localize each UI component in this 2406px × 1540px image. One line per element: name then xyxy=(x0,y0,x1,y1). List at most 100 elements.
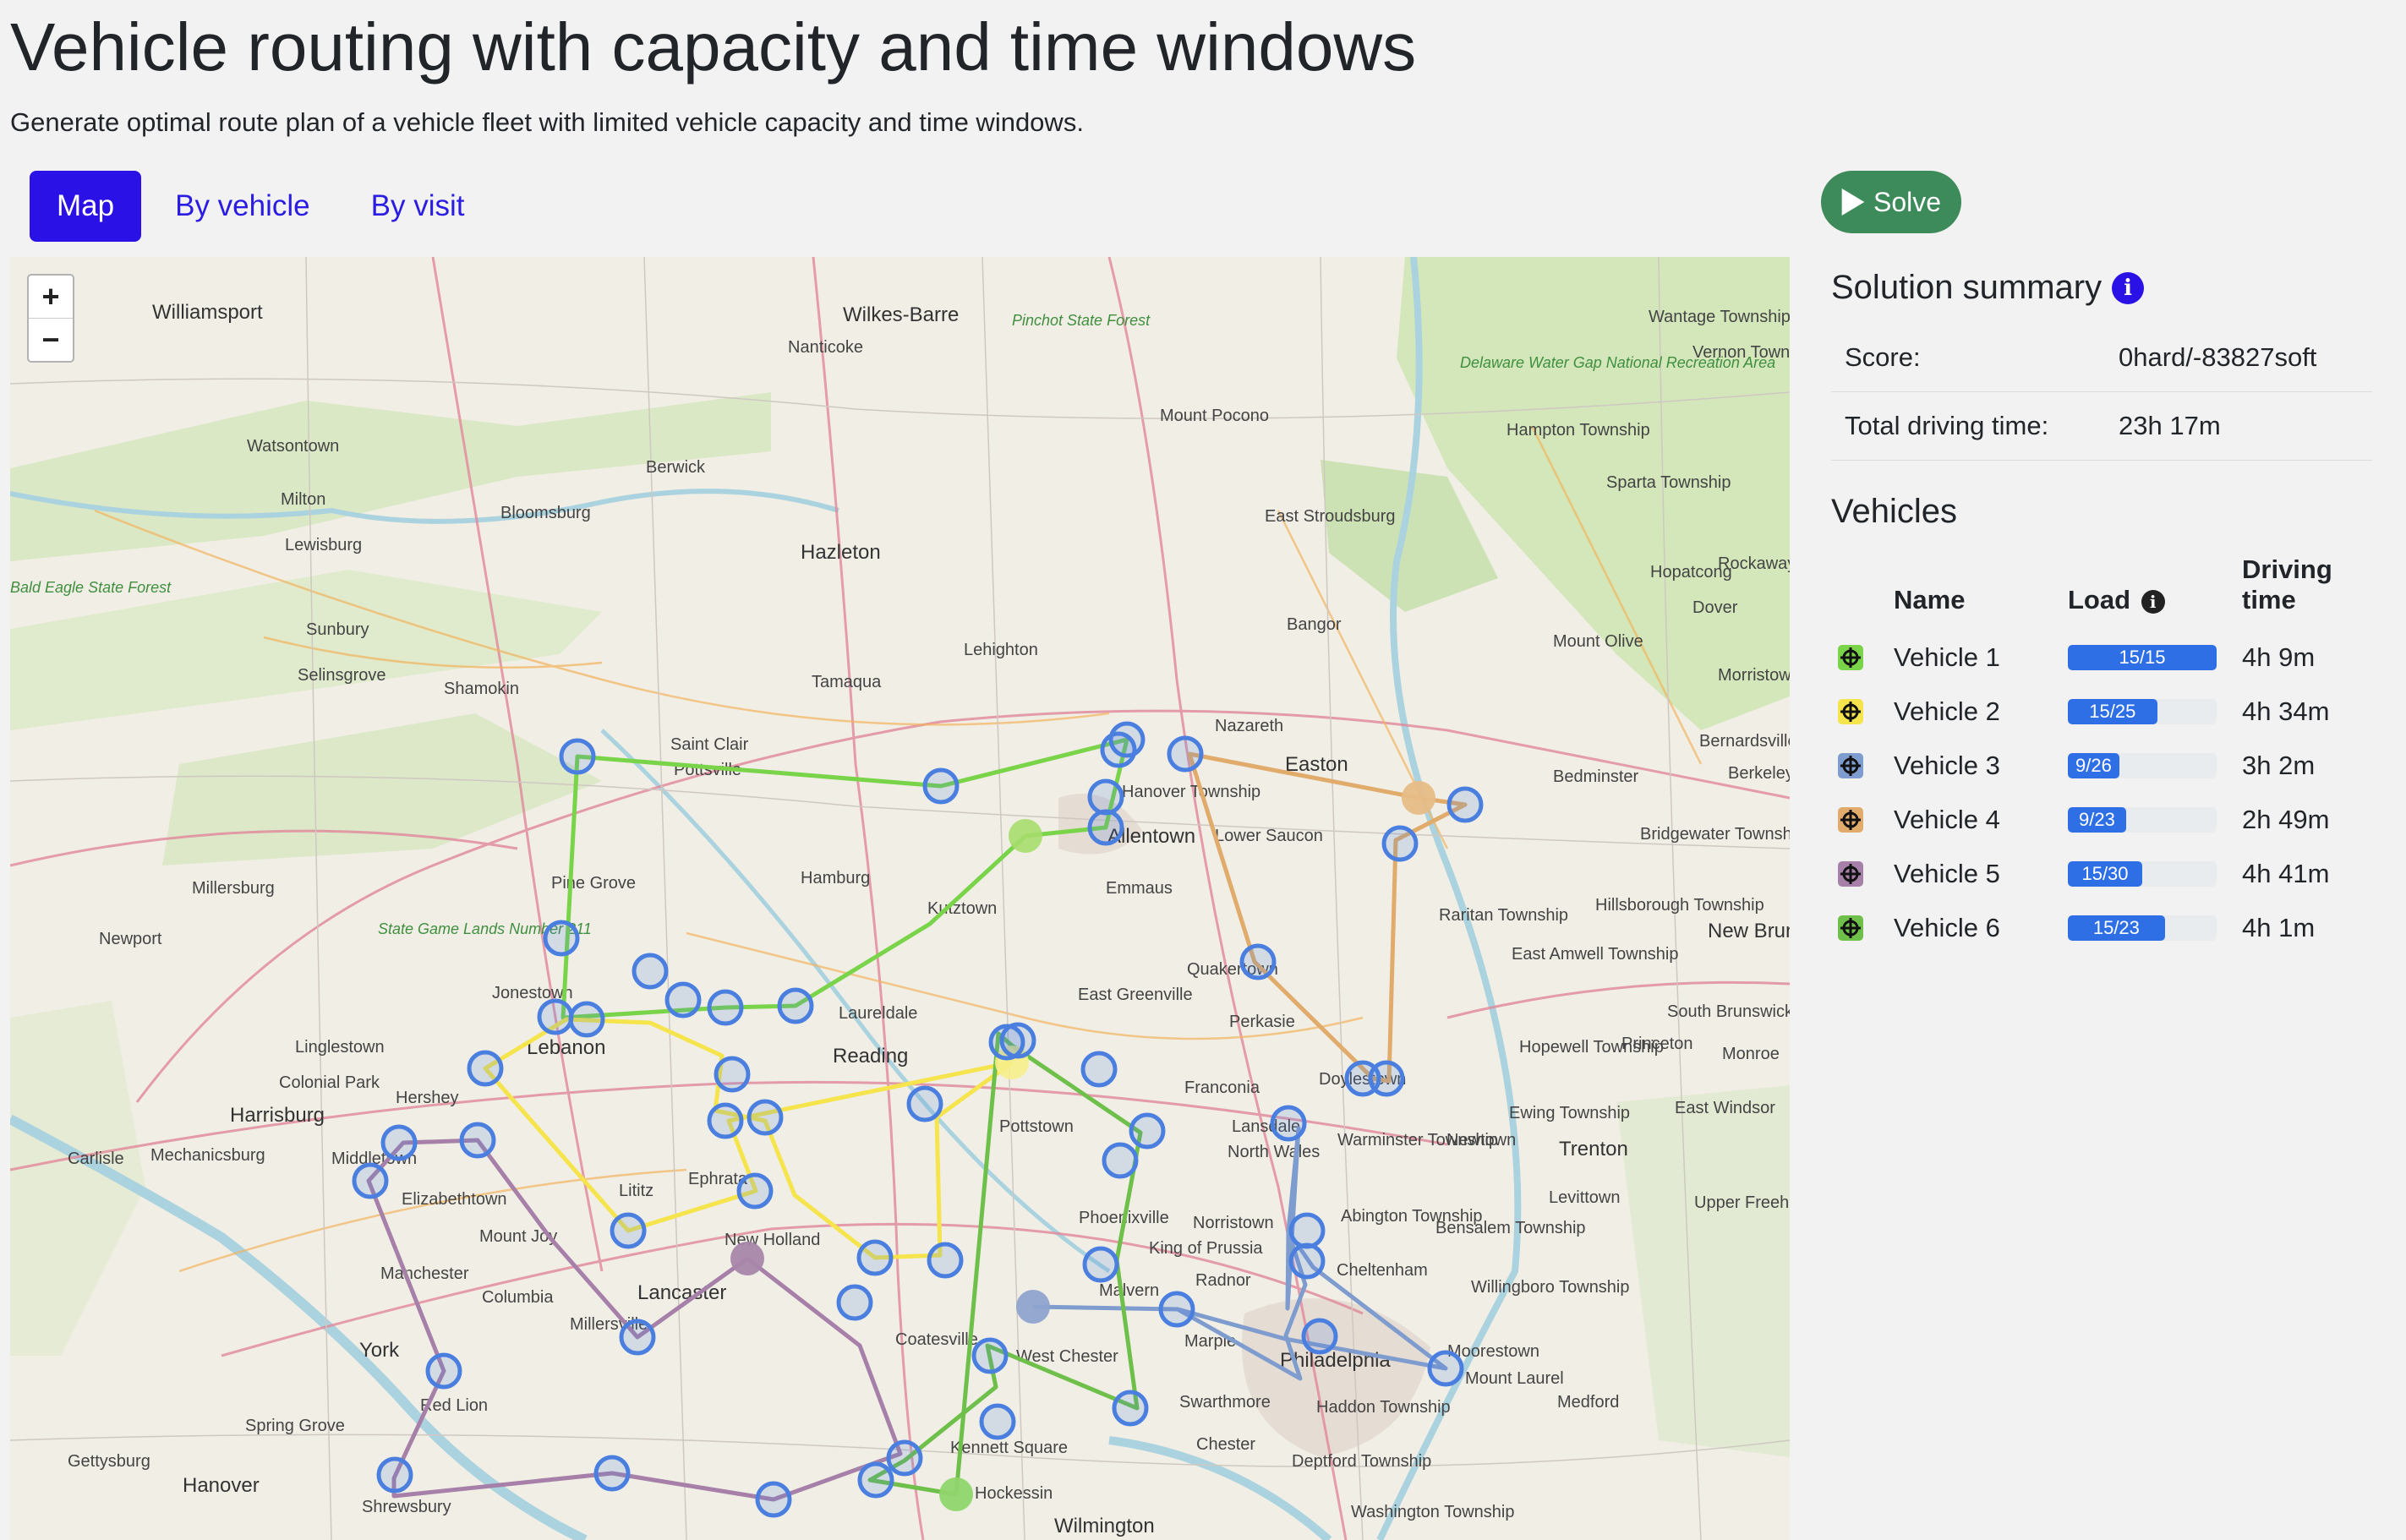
tab-by-visit[interactable]: By visit xyxy=(344,171,492,242)
place-label: Sunbury xyxy=(306,620,369,639)
load-column-label: Load xyxy=(2068,585,2131,614)
vehicle-name: Vehicle 1 xyxy=(1894,642,2000,672)
visit-marker xyxy=(1087,809,1124,846)
visit-marker xyxy=(467,1050,504,1087)
place-label: Milton xyxy=(281,490,325,509)
vehicle-row[interactable]: Vehicle 3 9/26 3h 2m xyxy=(1831,739,2372,793)
visit-marker xyxy=(1167,735,1204,773)
place-label: Hampton Township xyxy=(1506,421,1650,440)
load-progress-bar: 15/30 xyxy=(2068,861,2217,887)
place-label: Selinsgrove xyxy=(298,666,386,685)
vehicle-load-cell: 9/23 xyxy=(2061,793,2235,847)
visit-marker xyxy=(559,738,596,775)
place-label: Sparta Township xyxy=(1606,473,1731,492)
load-info-icon[interactable]: i xyxy=(2141,589,2165,614)
place-label: Gettysburg xyxy=(68,1452,150,1471)
vehicle-row[interactable]: Vehicle 5 15/30 4h 41m xyxy=(1831,847,2372,901)
visit-marker xyxy=(1288,1242,1326,1280)
vehicle-color-cell xyxy=(1831,847,1887,901)
place-label: Carlisle xyxy=(68,1150,124,1168)
visit-marker xyxy=(610,1212,647,1249)
vehicle-color-cell xyxy=(1831,901,1887,955)
visit-marker xyxy=(856,1239,894,1276)
place-label: Mount Laurel xyxy=(1465,1369,1564,1388)
visit-marker xyxy=(1381,825,1419,862)
tab-by-vehicle[interactable]: By vehicle xyxy=(148,171,337,242)
visit-marker xyxy=(1288,1212,1326,1249)
vehicle-row[interactable]: Vehicle 4 9/23 2h 49m xyxy=(1831,793,2372,847)
place-label: Kennett Square xyxy=(950,1439,1068,1457)
tab-map[interactable]: Map xyxy=(30,171,142,242)
place-label: Pottstown xyxy=(999,1117,1074,1136)
vehicle-load-cell: 15/25 xyxy=(2061,685,2235,739)
vehicle-name: Vehicle 5 xyxy=(1894,859,2000,888)
place-label: Bridgewater Township xyxy=(1640,825,1790,844)
place-label: Haddon Township xyxy=(1316,1398,1451,1417)
vehicle-crosshair-icon xyxy=(1838,915,1863,941)
vehicle-row[interactable]: Vehicle 2 15/25 4h 34m xyxy=(1831,685,2372,739)
visit-marker xyxy=(543,920,580,957)
total-driving-time-value: 23h 17m xyxy=(2105,391,2372,461)
place-label: Bernardsville xyxy=(1699,732,1790,751)
visit-marker xyxy=(836,1284,873,1321)
visit-marker xyxy=(376,1456,413,1494)
visit-marker xyxy=(1158,1291,1195,1328)
vehicle-crosshair-icon xyxy=(1838,699,1863,724)
visit-marker xyxy=(707,989,744,1026)
place-label: Princeton xyxy=(1621,1035,1693,1053)
place-label: Trenton xyxy=(1559,1138,1628,1160)
load-progress-fill: 15/15 xyxy=(2068,645,2217,670)
place-label: Willingboro Township xyxy=(1471,1278,1630,1297)
load-progress-bar: 15/15 xyxy=(2068,645,2217,670)
place-label: Hazleton xyxy=(801,541,881,564)
visit-marker xyxy=(979,1403,1016,1440)
load-progress-bar: 15/25 xyxy=(2068,699,2217,724)
visit-marker xyxy=(746,1099,784,1136)
place-label: Hamburg xyxy=(801,869,870,887)
name-column-header: Name xyxy=(1894,585,1966,614)
place-label: Malvern xyxy=(1099,1281,1159,1300)
depot-marker xyxy=(1402,781,1435,815)
visit-marker xyxy=(664,981,702,1018)
place-label: East Windsor xyxy=(1675,1099,1775,1117)
vehicle-name: Vehicle 6 xyxy=(1894,913,2000,942)
vehicle-color-cell xyxy=(1831,631,1887,685)
park-label: Bald Eagle State Forest xyxy=(10,579,172,596)
place-label: Elizabethtown xyxy=(402,1190,507,1209)
park-label: Pinchot State Forest xyxy=(1012,312,1151,329)
place-label: New Brunswick xyxy=(1708,920,1790,942)
info-icon[interactable]: i xyxy=(2112,271,2145,304)
visit-marker xyxy=(1239,943,1277,980)
vehicle-load-cell: 9/26 xyxy=(2061,739,2235,793)
vehicle-name: Vehicle 4 xyxy=(1894,805,2000,834)
route-map[interactable]: Williamsport Wilkes-Barre Nanticoke Wats… xyxy=(10,257,1790,1540)
place-label: Emmaus xyxy=(1106,879,1173,898)
vehicle-driving-time: 4h 41m xyxy=(2242,859,2330,888)
place-label: Levittown xyxy=(1549,1188,1621,1207)
visit-marker xyxy=(568,1001,605,1038)
place-label: Cheltenham xyxy=(1337,1261,1428,1280)
place-label: Mount Pocono xyxy=(1160,407,1269,425)
zoom-out-button[interactable]: − xyxy=(29,318,73,361)
place-label: Hillsborough Township xyxy=(1595,896,1764,915)
place-label: Franconia xyxy=(1184,1079,1260,1097)
vehicle-crosshair-icon xyxy=(1838,753,1863,778)
visit-marker xyxy=(1129,1112,1166,1150)
vehicle-row[interactable]: Vehicle 1 15/15 4h 9m xyxy=(1831,631,2372,685)
place-label: Nazareth xyxy=(1215,717,1283,735)
visit-marker xyxy=(971,1337,1009,1374)
vehicle-row[interactable]: Vehicle 6 15/23 4h 1m xyxy=(1831,901,2372,955)
solve-button[interactable]: Solve xyxy=(1821,171,1961,233)
place-label: Hanover Township xyxy=(1122,783,1260,801)
visit-marker xyxy=(1301,1318,1338,1355)
place-label: Bensalem Township xyxy=(1435,1219,1586,1237)
place-label: Wilkes-Barre xyxy=(843,303,959,326)
depot-marker xyxy=(1016,1290,1050,1324)
place-label: Raritan Township xyxy=(1439,906,1568,925)
place-label: Pine Grove xyxy=(551,874,636,893)
depot-marker xyxy=(730,1242,764,1275)
place-label: Williamsport xyxy=(152,301,263,324)
place-label: Morristown xyxy=(1718,666,1790,685)
visit-marker xyxy=(707,1102,744,1139)
zoom-in-button[interactable]: + xyxy=(29,276,73,318)
